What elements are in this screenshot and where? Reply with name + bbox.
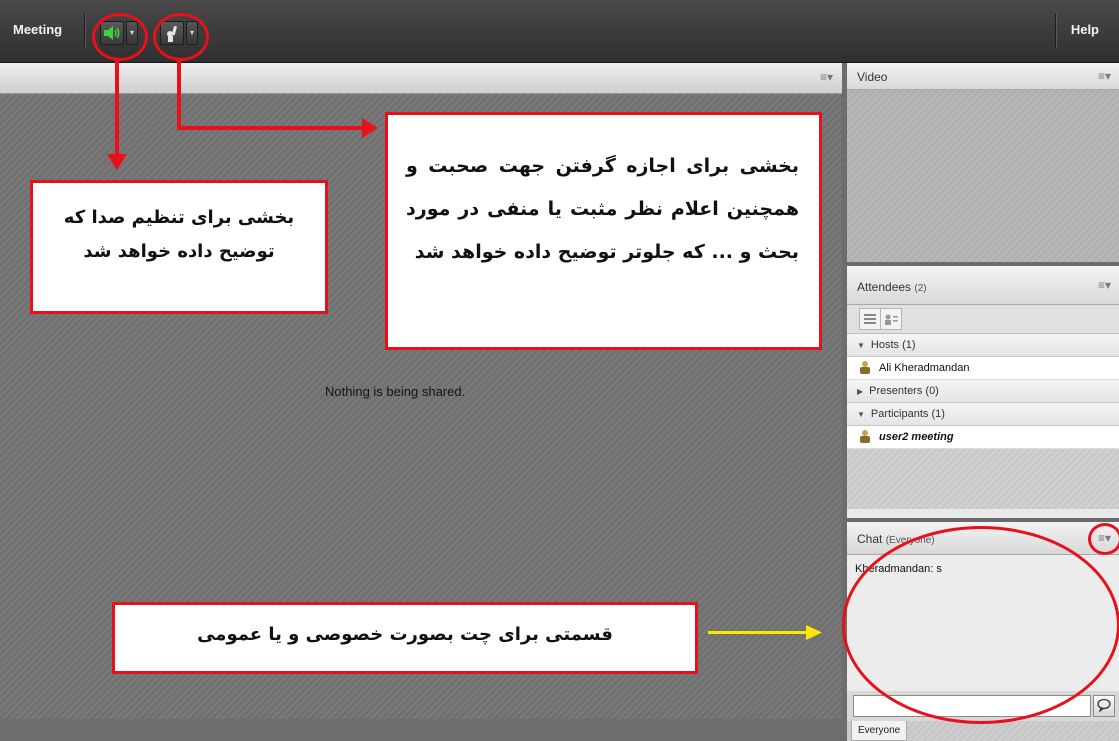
- pod-options-icon[interactable]: ≡▾: [1098, 278, 1111, 292]
- list-view-icon: [864, 314, 876, 324]
- pod-options-icon[interactable]: ≡▾: [1098, 69, 1111, 83]
- status-view-button[interactable]: [880, 308, 902, 330]
- expanded-triangle-icon: ▼: [857, 410, 865, 419]
- share-status-text: Nothing is being shared.: [325, 384, 466, 399]
- attendees-pod-header: Attendees (2) ≡▾: [847, 266, 1119, 305]
- speaker-highlight-circle: [92, 13, 148, 61]
- collapsed-triangle-icon: ▶: [857, 387, 864, 396]
- attendee-row[interactable]: Ali Kheradmandan: [847, 357, 1119, 380]
- chat-pod-title: Chat: [857, 532, 883, 546]
- attendees-pod-title: Attendees: [857, 280, 912, 294]
- chat-tab-row: Everyone: [847, 721, 1119, 741]
- host-user-icon: [860, 361, 870, 374]
- help-menu[interactable]: Help: [1071, 22, 1099, 37]
- arrow-head-icon: [107, 154, 127, 170]
- attendees-count: (2): [914, 283, 927, 294]
- group-label: Presenters (0): [869, 385, 939, 397]
- group-label: Participants (1): [870, 408, 945, 420]
- video-pod-header: Video ≡▾: [847, 63, 1119, 90]
- video-pod-title: Video: [857, 70, 888, 84]
- chat-arrow-line: [708, 631, 808, 634]
- attendees-toolbar: [847, 305, 1119, 334]
- meeting-menu[interactable]: Meeting: [13, 22, 62, 37]
- attendee-name: Ali Kheradmandan: [879, 362, 970, 374]
- group-hosts[interactable]: ▼ Hosts (1): [847, 334, 1119, 357]
- group-participants[interactable]: ▼ Participants (1): [847, 403, 1119, 426]
- chat-menu-highlight-circle: [1088, 523, 1119, 555]
- arrow-head-icon: [806, 625, 822, 640]
- raise-hand-arrow-line: [177, 126, 367, 130]
- pod-options-icon[interactable]: ≡▾: [820, 70, 833, 84]
- chat-highlight-ellipse: [842, 526, 1119, 724]
- attendees-pod: Attendees (2) ≡▾ ▼ Hosts (1) Ali Kheradm…: [847, 266, 1119, 518]
- video-pod: Video ≡▾: [847, 63, 1119, 262]
- audio-note-callout: بخشی برای تنظیم صدا که توضیح داده خواهد …: [30, 180, 328, 314]
- chat-tab-everyone[interactable]: Everyone: [851, 721, 908, 741]
- chat-send-button[interactable]: [1093, 695, 1115, 717]
- expanded-triangle-icon: ▼: [857, 341, 865, 350]
- attendees-empty-area: [847, 449, 1119, 509]
- participant-user-icon: [860, 430, 870, 443]
- raise-hand-highlight-circle: [153, 13, 209, 61]
- raise-hand-arrow-line: [177, 58, 181, 128]
- status-view-icon: [885, 314, 898, 325]
- attendees-pod-title-group: Attendees (2): [857, 280, 927, 294]
- share-pod-header: [0, 63, 842, 94]
- group-label: Hosts (1): [870, 339, 916, 351]
- chat-bubble-icon: [1097, 698, 1111, 713]
- attendee-name: user2 meeting: [879, 431, 954, 443]
- arrow-head-icon: [362, 118, 378, 138]
- audio-arrow-line: [115, 58, 119, 158]
- menu-separator: [84, 14, 86, 48]
- group-presenters[interactable]: ▶ Presenters (0): [847, 380, 1119, 403]
- menu-separator: [1055, 14, 1057, 48]
- attendee-row[interactable]: user2 meeting: [847, 426, 1119, 449]
- chat-note-callout: قسمتی برای چت بصورت خصوصی و یا عمومی: [112, 602, 698, 674]
- raise-hand-note-callout: بخشی برای اجازه گرفتن جهت صحبت و همچنین …: [385, 112, 822, 350]
- list-view-button[interactable]: [859, 308, 881, 330]
